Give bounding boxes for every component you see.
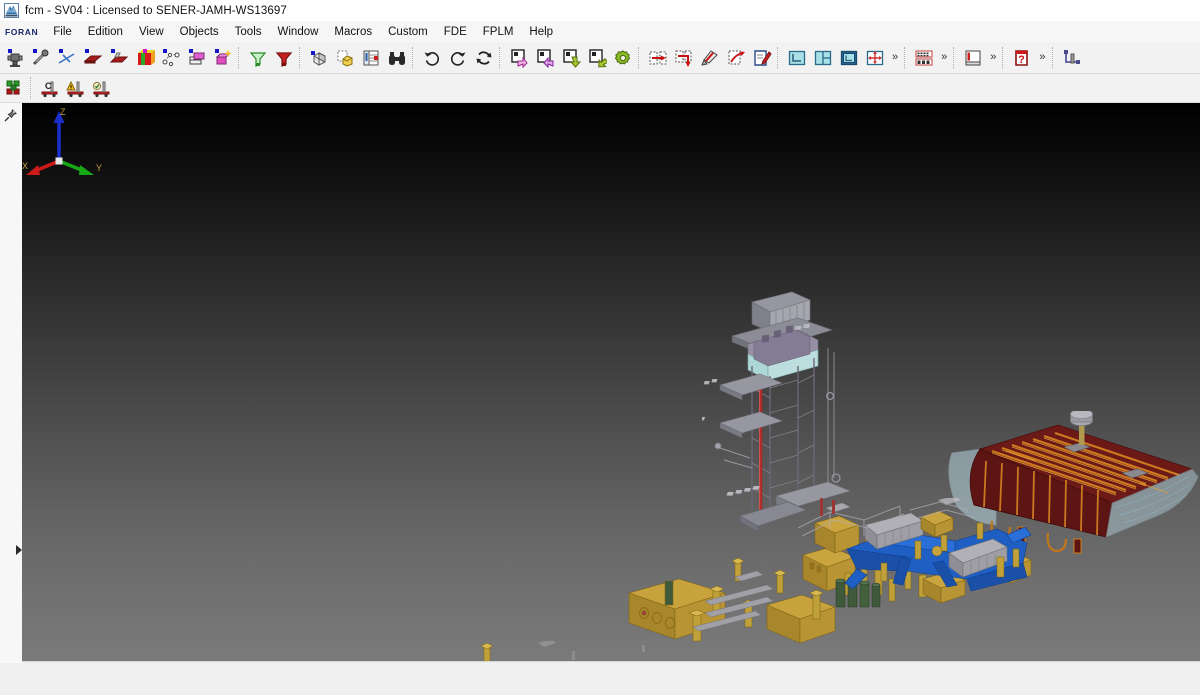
toolbar-separator xyxy=(412,47,417,69)
toolbar-overflow-chevron[interactable]: » xyxy=(888,52,902,63)
insert-profile-icon[interactable] xyxy=(106,45,132,71)
secondary-toolbar: C xyxy=(0,74,1200,103)
measure-icon[interactable] xyxy=(697,45,723,71)
split-view-icon[interactable] xyxy=(810,45,836,71)
toolbar-separator xyxy=(238,47,243,69)
annotate-icon[interactable] xyxy=(723,45,749,71)
grid-table-icon[interactable] xyxy=(911,45,937,71)
toolbar-overflow-chevron[interactable]: » xyxy=(937,52,951,63)
toolbar-separator xyxy=(1002,47,1007,69)
toolbar-separator xyxy=(499,47,504,69)
properties-icon[interactable] xyxy=(358,45,384,71)
select-left-icon[interactable] xyxy=(584,45,610,71)
solid-cube-icon[interactable] xyxy=(306,45,332,71)
menu-item-view[interactable]: View xyxy=(131,24,172,40)
refresh-icon[interactable] xyxy=(471,45,497,71)
ghost-markers xyxy=(522,643,682,661)
menu-item-window[interactable]: Window xyxy=(270,24,327,40)
toolbar-overflow-chevron[interactable]: » xyxy=(986,52,1000,63)
toolbar-separator xyxy=(299,47,304,69)
binoculars-icon[interactable] xyxy=(384,45,410,71)
toolbar-separator xyxy=(30,77,35,99)
svg-text:?: ? xyxy=(1019,54,1026,66)
overhead-pipe-rack xyxy=(790,498,1020,548)
menu-item-fplm[interactable]: FPLM xyxy=(475,24,522,40)
menu-item-custom[interactable]: Custom xyxy=(380,24,436,40)
cart-c-icon[interactable]: C xyxy=(37,75,63,101)
menu-item-fde[interactable]: FDE xyxy=(436,24,475,40)
single-view-icon[interactable] xyxy=(784,45,810,71)
edit-note-icon[interactable] xyxy=(749,45,775,71)
menu-item-macros[interactable]: Macros xyxy=(326,24,380,40)
move-right-icon[interactable] xyxy=(645,45,671,71)
axis-gizmo: Z X Y xyxy=(22,103,112,188)
select-add-icon[interactable] xyxy=(506,45,532,71)
workspace: Z X Y xyxy=(0,103,1200,695)
menu-item-tools[interactable]: Tools xyxy=(227,24,270,40)
title-bar: fcm - SV04 : Licensed to SENER-JAMH-WS13… xyxy=(0,0,1200,21)
filter-red-icon[interactable] xyxy=(271,45,297,71)
select-down-icon[interactable] xyxy=(558,45,584,71)
insert-plate-icon[interactable] xyxy=(80,45,106,71)
primary-toolbar: » » » ? xyxy=(0,42,1200,74)
select-remove-icon[interactable] xyxy=(532,45,558,71)
axis-tool-icon[interactable] xyxy=(1059,45,1085,71)
topology-icon[interactable] xyxy=(158,45,184,71)
redo-icon[interactable] xyxy=(445,45,471,71)
foran-brand-logo: FORAN xyxy=(3,27,45,37)
menu-item-edition[interactable]: Edition xyxy=(80,24,131,40)
toolbar-overflow-chevron[interactable]: » xyxy=(1035,52,1049,63)
insert-line-icon[interactable] xyxy=(54,45,80,71)
copy-block-icon[interactable] xyxy=(332,45,358,71)
insert-block-icon[interactable] xyxy=(132,45,158,71)
gear-icon[interactable] xyxy=(610,45,636,71)
menu-bar: FORAN File Edition View Objects Tools Wi… xyxy=(0,21,1200,42)
left-tool-panel xyxy=(0,103,23,663)
toolbar-separator xyxy=(953,47,958,69)
sparkle-block-icon[interactable] xyxy=(210,45,236,71)
axis-label-y: Y xyxy=(96,163,102,173)
insert-pipe-icon[interactable] xyxy=(28,45,54,71)
toolbar-separator xyxy=(638,47,643,69)
toolbar-separator xyxy=(1052,47,1057,69)
pan-zoom-icon[interactable] xyxy=(862,45,888,71)
axis-label-z: Z xyxy=(60,107,66,117)
assembly-tree-icon[interactable] xyxy=(2,75,28,101)
window-title: fcm - SV04 : Licensed to SENER-JAMH-WS13… xyxy=(25,5,287,17)
svg-text:C: C xyxy=(45,81,52,91)
foran-app-icon xyxy=(4,3,19,18)
filter-green-icon[interactable] xyxy=(245,45,271,71)
model-scene: Z X Y xyxy=(22,103,1200,661)
viewport-bottom-strip xyxy=(22,661,1200,679)
toolbar-separator xyxy=(904,47,909,69)
layers-icon[interactable] xyxy=(184,45,210,71)
menu-item-help[interactable]: Help xyxy=(521,24,561,40)
pin-icon[interactable] xyxy=(2,107,19,124)
insert-equipment-icon[interactable] xyxy=(2,45,28,71)
framed-view-icon[interactable] xyxy=(836,45,862,71)
3d-model-viewport[interactable]: Z X Y xyxy=(22,103,1200,661)
menu-item-objects[interactable]: Objects xyxy=(172,24,227,40)
page-panel-icon[interactable] xyxy=(960,45,986,71)
help-question-icon[interactable]: ? xyxy=(1009,45,1035,71)
menu-item-file[interactable]: File xyxy=(45,24,80,40)
cart-warning-icon[interactable] xyxy=(63,75,89,101)
axis-label-x: X xyxy=(22,161,28,171)
toolbar-separator xyxy=(777,47,782,69)
cart-check-icon[interactable] xyxy=(89,75,115,101)
undo-icon[interactable] xyxy=(419,45,445,71)
move-down-icon[interactable] xyxy=(671,45,697,71)
